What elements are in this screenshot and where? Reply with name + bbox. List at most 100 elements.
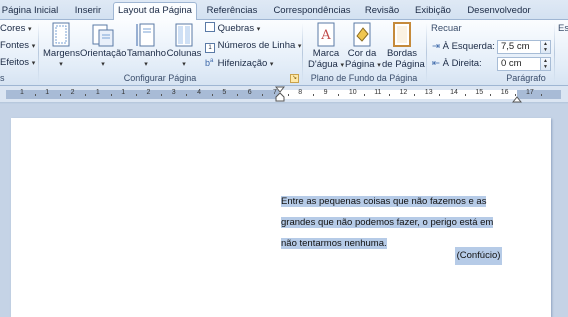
ribbon-tabs: Página Inicial Inserir Layout da Página … [0, 0, 568, 21]
margens-icon [52, 22, 70, 47]
ruler-number: 8 [298, 89, 303, 96]
margens-button[interactable]: Margens ▾ [43, 22, 80, 70]
recuo-esquerda-label: ⇥ À Esquerda: [432, 41, 495, 52]
indent-right-icon: ⇤ [432, 58, 440, 69]
tamanho-button[interactable]: Tamanho ▾ [127, 22, 166, 70]
ruler-tick [135, 94, 137, 96]
quebras-icon [205, 22, 215, 32]
ruler-tick [414, 94, 416, 96]
quote-author[interactable]: (Confúcio) [455, 247, 502, 265]
separator [38, 23, 39, 83]
separator [554, 23, 555, 83]
recuo-direita-spinner[interactable]: ▲ ▼ [541, 57, 551, 71]
ruler-number: 10 [348, 89, 357, 96]
ruler-number: 14 [450, 89, 458, 96]
ruler-tick [363, 94, 365, 96]
marca-dagua-button[interactable]: A Marca D'água ▾ [306, 22, 346, 71]
ruler-tick [464, 94, 466, 96]
ruler-number: 2 [70, 89, 75, 96]
ruler-tick [161, 94, 163, 96]
tab-correspondencias[interactable]: Correspondências [271, 3, 353, 20]
orientacao-icon [92, 24, 114, 47]
ruler-tick [490, 94, 492, 96]
tab-referencias[interactable]: Referências [201, 3, 263, 20]
ruler-tick [287, 94, 289, 96]
ruler-number: 11 [374, 89, 382, 96]
ruler-number: 15 [475, 89, 484, 96]
recuo-esquerda-input[interactable]: 7,5 cm [497, 40, 541, 54]
hifenizacao-button[interactable]: ba Hifenização ▾ [205, 56, 273, 70]
ruler-number: 16 [500, 89, 509, 96]
tab-pagina-inicial[interactable]: Página Inicial [0, 3, 60, 20]
ruler-number: 2 [146, 89, 151, 96]
ruler-tick [59, 94, 61, 96]
quote-line: grandes que não podemos fazer, o perigo … [281, 217, 494, 228]
ruler-tick [110, 94, 112, 96]
quote-paragraph[interactable]: Entre as pequenas coisas que não fazemos… [281, 191, 500, 254]
bordas-de-pagina-button[interactable]: Bordas de Página [382, 22, 425, 70]
quote-line: Entre as pequenas coisas que não fazemos… [281, 196, 487, 207]
ruler-tick [312, 94, 314, 96]
ruler-tick [338, 94, 340, 96]
tab-revisao[interactable]: Revisão [360, 3, 404, 20]
quote-line: não tentarmos nenhuma. [281, 238, 387, 249]
ruler-number: 9 [323, 89, 328, 96]
configurar-pagina-group-label: Configurar Página [123, 73, 197, 83]
recuo-esquerda-spinner[interactable]: ▲ ▼ [541, 40, 551, 54]
ruler-number: 13 [424, 89, 433, 96]
horizontal-ruler[interactable]: 1 1 2 1 1 2 3 4 5 6 7 8 9 10 11 12 13 14 15 16 17 [0, 86, 568, 103]
efeitos-button[interactable]: Efeitos ▾ [0, 56, 35, 70]
orientacao-button[interactable]: Orientação ▾ [80, 22, 126, 70]
ruler-number: 1 [20, 89, 24, 96]
tab-inserir[interactable]: Inserir [66, 3, 110, 20]
ruler-number: 3 [171, 89, 176, 96]
ruler-tick [211, 94, 213, 96]
ruler-number: 17 [526, 89, 534, 96]
tab-desenvolvedor[interactable]: Desenvolvedor [466, 3, 532, 20]
tamanho-icon [136, 23, 155, 47]
indent-marker-icon[interactable] [275, 86, 285, 103]
ruler-tick [237, 94, 239, 96]
indent-left-icon: ⇥ [432, 41, 440, 52]
cor-da-pagina-button[interactable]: Cor da Página ▾ [345, 22, 381, 71]
separator [302, 23, 303, 83]
espacamento-label: Esp [558, 23, 568, 34]
ribbon: Cores ▾ Fontes ▾ Efeitos ▾ s Margens ▾ Or… [0, 20, 568, 86]
ruler-number: 6 [247, 89, 252, 96]
plano-de-fundo-group-label: Plano de Fundo da Página [310, 73, 418, 83]
colunas-button[interactable]: Colunas ▾ [166, 22, 202, 70]
separator [426, 23, 427, 83]
tab-layout-da-pagina[interactable]: Layout da Página [113, 2, 197, 21]
fontes-button[interactable]: Fontes ▾ [0, 39, 35, 53]
cores-button[interactable]: Cores ▾ [0, 22, 32, 36]
hyphenation-icon: ba [205, 58, 214, 68]
ruler-tick [186, 94, 188, 96]
ruler-tick [262, 94, 264, 96]
ruler-number: 12 [399, 89, 408, 96]
recuo-direita-input[interactable]: 0 cm [497, 57, 541, 71]
watermark-icon: A [317, 22, 335, 47]
temas-group-label: s [0, 73, 5, 83]
recuo-direita-label: ⇤ À Direita: [432, 58, 482, 69]
ruler-number: 1 [95, 89, 100, 96]
right-indent-marker-icon[interactable] [512, 93, 522, 103]
recuar-label: Recuar [431, 23, 462, 34]
ruler-number: 4 [197, 89, 201, 96]
page-borders-icon [393, 22, 411, 47]
tab-exibicao[interactable]: Exibição [410, 3, 456, 20]
page-color-icon [353, 22, 371, 47]
colunas-icon [175, 23, 193, 47]
ruler-tick [388, 94, 390, 96]
ruler-number: 1 [121, 89, 126, 96]
ruler-tick [540, 94, 542, 96]
quebras-button[interactable]: Quebras ▾ [205, 22, 260, 36]
ruler-number: 1 [45, 89, 50, 96]
ruler-tick [85, 94, 87, 96]
svg-text:A: A [320, 28, 331, 43]
ruler-right-margin [517, 90, 561, 99]
ruler-tick [34, 94, 36, 96]
line-numbers-icon: 1 [205, 43, 215, 53]
numeros-de-linha-button[interactable]: 1 Números de Linha ▾ [205, 39, 301, 53]
configurar-pagina-launcher-icon[interactable]: ↘ [290, 74, 299, 83]
ruler-tick [439, 94, 441, 96]
